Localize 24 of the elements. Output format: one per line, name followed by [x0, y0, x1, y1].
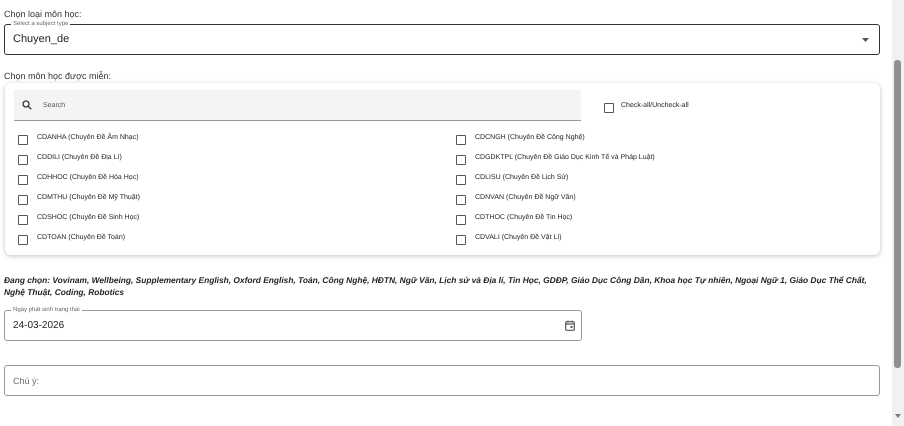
checkbox[interactable] [18, 195, 28, 205]
note-field[interactable]: Chú ý: [4, 365, 880, 396]
select-value: Chuyen_de [13, 32, 70, 48]
checkbox[interactable] [456, 235, 466, 245]
field-label: Chọn môn học được miễn: [4, 71, 112, 81]
checkbox[interactable] [18, 155, 28, 165]
checkbox[interactable] [18, 235, 28, 245]
checkbox[interactable] [18, 135, 28, 145]
scrollbar-thumb[interactable] [894, 60, 901, 368]
checkbox[interactable] [18, 175, 28, 185]
checkbox[interactable] [456, 135, 466, 145]
checkbox[interactable] [604, 103, 614, 113]
checkbox[interactable] [456, 155, 466, 165]
search-icon [22, 100, 32, 110]
checkbox[interactable] [456, 195, 466, 205]
checkbox[interactable] [18, 215, 28, 225]
dropdown-caret-icon [862, 38, 869, 42]
date-value: 24-03-2026 [13, 319, 66, 333]
checkbox[interactable] [456, 215, 466, 225]
checkbox[interactable] [456, 175, 466, 185]
field-label: Chọn loại môn học: [4, 10, 82, 19]
selected-subjects-text: Đang chọn: Vovinam, Wellbeing, Supplementary English, Oxford English, Toán, Công Nghệ, HĐTN, Ngữ Văn, Lịch sử và Địa lí, Tin Học, GDĐP, Giáo Dục Công Dân, Khoa học Tự nhiên, Ngoại Ngữ 1, Giáo Dục Thể Chất, Nghệ Thuật, Coding, Robotics [4, 274, 868, 298]
scroll-down-arrow-icon[interactable] [895, 414, 901, 418]
calendar-icon[interactable] [565, 320, 575, 331]
